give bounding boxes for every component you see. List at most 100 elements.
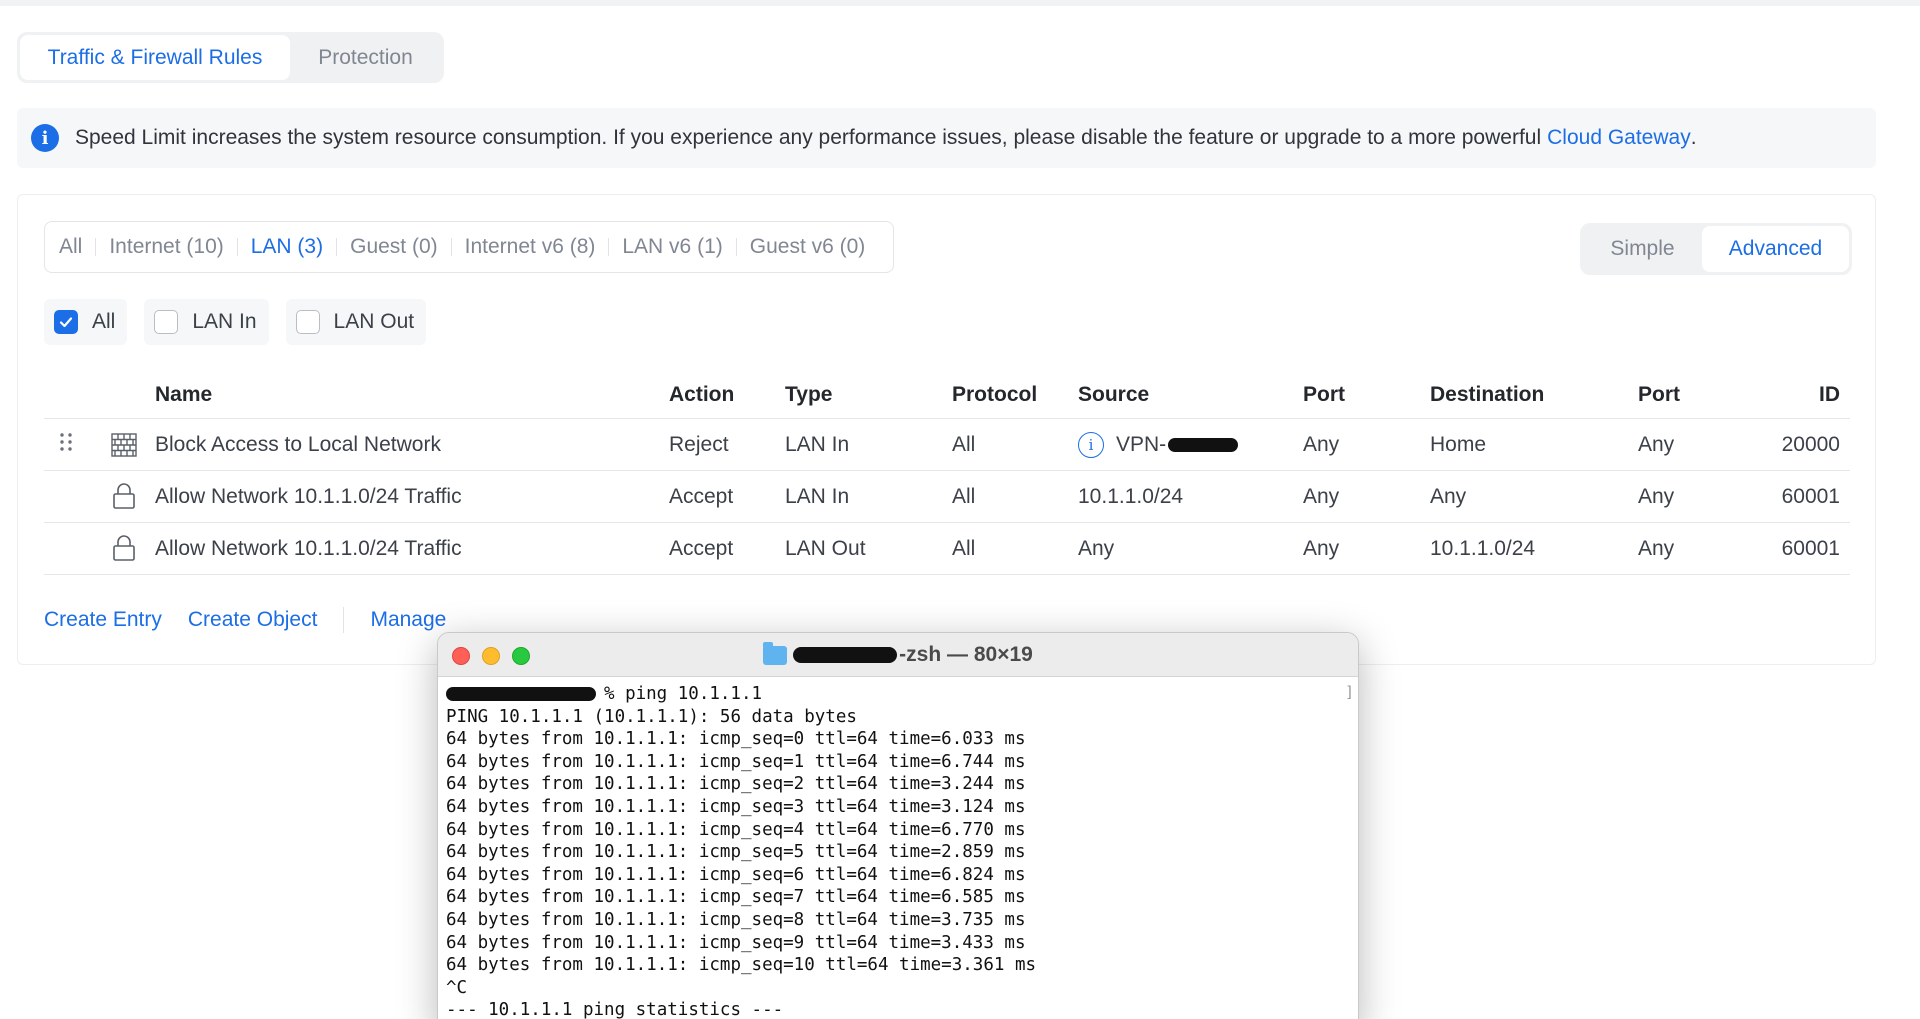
terminal-line: 64 bytes from 10.1.1.1: icmp_seq=3 ttl=6… bbox=[446, 796, 1026, 817]
header-protocol[interactable]: Protocol bbox=[952, 383, 1037, 407]
filter-lan[interactable]: LAN (3) bbox=[251, 235, 323, 259]
rule-name[interactable]: Allow Network 10.1.1.0/24 Traffic bbox=[155, 485, 462, 509]
checkbox-lan-out-label: LAN Out bbox=[333, 310, 415, 333]
top-strip bbox=[0, 0, 1920, 6]
firewall-brick-icon bbox=[111, 433, 137, 463]
rule-id: 20000 bbox=[1781, 432, 1840, 456]
rule-source-port: Any bbox=[1303, 432, 1340, 456]
rule-destination: Any bbox=[1430, 484, 1467, 508]
checkbox-empty-icon bbox=[295, 310, 320, 334]
filter-lan-v6[interactable]: LAN v6 (1) bbox=[622, 235, 722, 259]
table-row[interactable]: Allow Network 10.1.1.0/24 Traffic Accept… bbox=[44, 523, 1850, 575]
header-destination-port[interactable]: Port bbox=[1638, 383, 1680, 407]
banner-text: Speed Limit increases the system resourc… bbox=[75, 126, 1542, 149]
header-source-port[interactable]: Port bbox=[1303, 383, 1345, 407]
view-mode-toggle: Simple Advanced bbox=[1580, 223, 1852, 275]
create-object-link[interactable]: Create Object bbox=[188, 608, 318, 632]
info-icon: i bbox=[31, 124, 59, 152]
terminal-line: 64 bytes from 10.1.1.1: icmp_seq=6 ttl=6… bbox=[446, 864, 1026, 885]
rule-protocol: All bbox=[952, 432, 976, 456]
checkbox-lan-in-label: LAN In bbox=[192, 310, 257, 333]
rule-name[interactable]: Allow Network 10.1.1.0/24 Traffic bbox=[155, 537, 462, 561]
terminal-line: 64 bytes from 10.1.1.1: icmp_seq=9 ttl=6… bbox=[446, 932, 1026, 953]
tab-protection[interactable]: Protection bbox=[290, 35, 441, 80]
filter-internet[interactable]: Internet (10) bbox=[109, 235, 223, 259]
checkbox-empty-icon bbox=[154, 310, 179, 334]
header-destination[interactable]: Destination bbox=[1430, 383, 1544, 407]
source-info-icon[interactable]: i bbox=[1078, 431, 1104, 458]
rule-source: i VPN- bbox=[1078, 431, 1239, 458]
header-action[interactable]: Action bbox=[669, 383, 734, 407]
filter-divider bbox=[735, 238, 737, 256]
terminal-title-bar[interactable]: -zsh — 80×19 bbox=[438, 633, 1358, 677]
rule-name[interactable]: Block Access to Local Network bbox=[155, 433, 441, 457]
rule-destination-port: Any bbox=[1638, 432, 1675, 456]
main-tabs: Traffic & Firewall Rules Protection bbox=[17, 32, 444, 83]
lock-icon bbox=[111, 535, 137, 568]
checkbox-lan-in[interactable]: LAN In bbox=[144, 299, 269, 345]
lock-icon bbox=[111, 483, 137, 516]
table-header: Name Action Type Protocol Source Port De… bbox=[44, 371, 1850, 419]
checkbox-all[interactable]: All bbox=[44, 299, 128, 345]
rule-action: Accept bbox=[669, 484, 734, 508]
scroll-bracket: ] bbox=[1344, 683, 1354, 701]
direction-checkboxes: All LAN In LAN Out bbox=[44, 299, 443, 345]
terminal-line: --- 10.1.1.1 ping statistics --- bbox=[446, 1000, 784, 1019]
rule-source: Any bbox=[1078, 536, 1115, 560]
terminal-title: -zsh — 80×19 bbox=[438, 633, 1358, 677]
filter-guest[interactable]: Guest (0) bbox=[350, 235, 438, 259]
rule-destination-port: Any bbox=[1638, 536, 1675, 560]
rule-source-port: Any bbox=[1303, 484, 1340, 508]
header-source[interactable]: Source bbox=[1078, 383, 1149, 407]
terminal-title-text: -zsh — 80×19 bbox=[899, 643, 1033, 666]
rule-action: Accept bbox=[669, 536, 734, 560]
terminal-line: 64 bytes from 10.1.1.1: icmp_seq=8 ttl=6… bbox=[446, 909, 1026, 930]
checkbox-lan-out[interactable]: LAN Out bbox=[285, 299, 427, 345]
banner-suffix: . bbox=[1690, 126, 1697, 149]
rule-type: LAN In bbox=[785, 484, 850, 508]
redacted-mark bbox=[1168, 437, 1239, 452]
drag-handle-icon[interactable] bbox=[58, 431, 74, 459]
redacted-mark bbox=[793, 647, 898, 663]
terminal-window[interactable]: -zsh — 80×19 ] % ping 10.1.1.1 PING 10.1.… bbox=[437, 632, 1359, 1019]
rule-id: 60001 bbox=[1781, 484, 1840, 508]
header-name[interactable]: Name bbox=[155, 383, 212, 407]
header-id[interactable]: ID bbox=[1819, 383, 1840, 407]
rule-destination-port: Any bbox=[1638, 484, 1675, 508]
info-banner: i Speed Limit increases the system resou… bbox=[17, 108, 1876, 168]
rules-card: All Internet (10) LAN (3) Guest (0) Inte… bbox=[17, 194, 1876, 665]
rule-source-text: VPN- bbox=[1116, 432, 1167, 456]
folder-icon bbox=[763, 641, 788, 665]
terminal-line: 64 bytes from 10.1.1.1: icmp_seq=4 ttl=6… bbox=[446, 819, 1026, 840]
filter-internet-v6[interactable]: Internet v6 (8) bbox=[465, 235, 596, 259]
rule-source: 10.1.1.0/24 bbox=[1078, 484, 1184, 508]
rule-source-port: Any bbox=[1303, 536, 1340, 560]
terminal-line: 64 bytes from 10.1.1.1: icmp_seq=5 ttl=6… bbox=[446, 842, 1026, 863]
tab-traffic-firewall-rules[interactable]: Traffic & Firewall Rules bbox=[20, 35, 290, 80]
filter-divider bbox=[450, 238, 452, 256]
create-entry-link[interactable]: Create Entry bbox=[44, 608, 162, 632]
view-simple-button[interactable]: Simple bbox=[1583, 226, 1702, 272]
terminal-line: ^C bbox=[446, 977, 468, 998]
terminal-output[interactable]: % ping 10.1.1.1 PING 10.1.1.1 (10.1.1.1):… bbox=[438, 677, 1358, 1019]
view-advanced-button[interactable]: Advanced bbox=[1702, 226, 1849, 272]
filter-divider bbox=[336, 238, 338, 256]
rule-action: Reject bbox=[669, 432, 729, 456]
rule-protocol: All bbox=[952, 484, 976, 508]
table-row[interactable]: Allow Network 10.1.1.0/24 Traffic Accept… bbox=[44, 471, 1850, 523]
rule-filter-group: All Internet (10) LAN (3) Guest (0) Inte… bbox=[44, 221, 894, 273]
terminal-line: 64 bytes from 10.1.1.1: icmp_seq=1 ttl=6… bbox=[446, 751, 1026, 772]
filter-divider bbox=[608, 238, 610, 256]
rule-id: 60001 bbox=[1781, 536, 1840, 560]
checkbox-checked-icon bbox=[54, 310, 78, 334]
rule-protocol: All bbox=[952, 536, 976, 560]
manage-link[interactable]: Manage bbox=[370, 608, 446, 632]
rule-type: LAN Out bbox=[785, 536, 866, 560]
cloud-gateway-link[interactable]: Cloud Gateway bbox=[1547, 126, 1691, 150]
table-row[interactable]: Block Access to Local Network Reject LAN… bbox=[44, 419, 1850, 471]
terminal-line: PING 10.1.1.1 (10.1.1.1): 56 data bytes bbox=[446, 706, 857, 727]
filter-all[interactable]: All bbox=[59, 235, 82, 259]
header-type[interactable]: Type bbox=[785, 383, 832, 407]
filter-guest-v6[interactable]: Guest v6 (0) bbox=[750, 235, 866, 259]
terminal-prompt-line: % ping 10.1.1.1 bbox=[446, 683, 1350, 706]
